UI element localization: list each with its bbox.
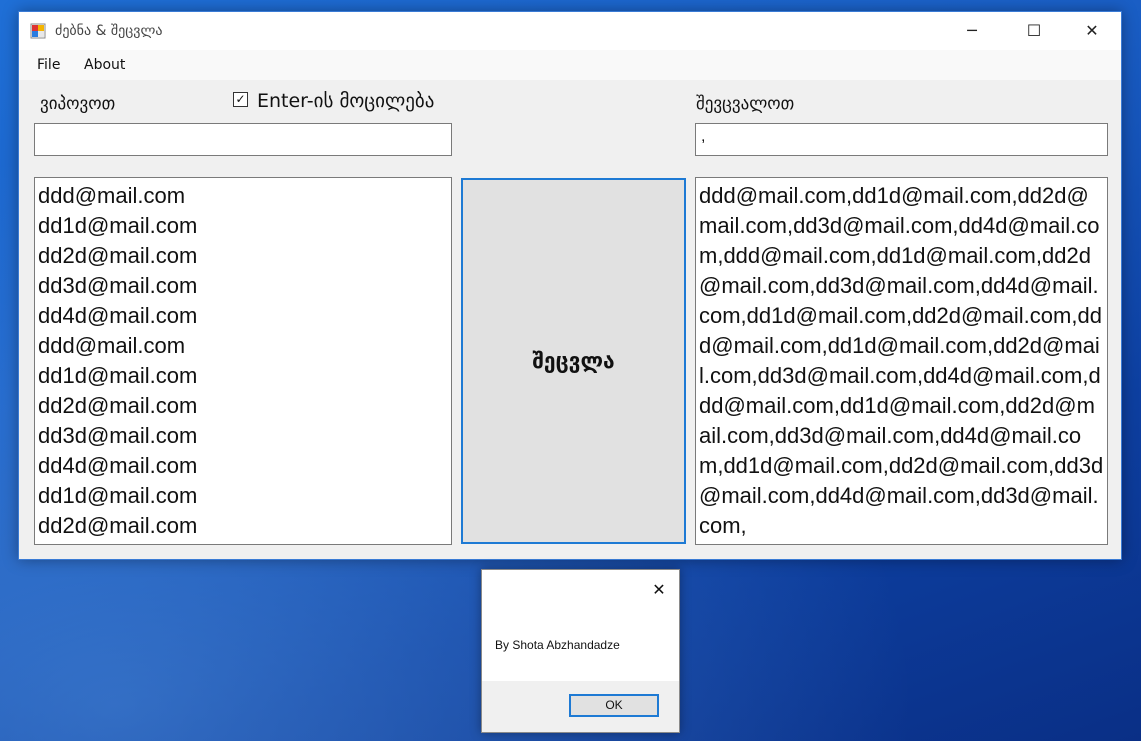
replace-button[interactable]: შეცვლა bbox=[461, 178, 686, 544]
replace-label: შევცვალოთ bbox=[696, 94, 795, 114]
list-item: dd2d@mail.com bbox=[38, 513, 198, 538]
output-textbox[interactable]: ddd@mail.com,dd1d@mail.com,dd2d@mail.com… bbox=[695, 177, 1108, 545]
list-item: dd1d@mail.com bbox=[38, 213, 198, 238]
list-item: dd1d@mail.com bbox=[38, 483, 198, 508]
minimize-button[interactable]: ─ bbox=[943, 12, 1001, 50]
list-item: dd3d@mail.com bbox=[38, 273, 198, 298]
list-item: dd4d@mail.com bbox=[38, 303, 198, 328]
list-item: ddd@mail.com bbox=[38, 183, 186, 208]
list-item: dd2d@mail.com bbox=[38, 393, 198, 418]
app-icon bbox=[30, 23, 46, 39]
menu-file[interactable]: File bbox=[37, 57, 60, 73]
window-title: ძებნა & შეცვლა bbox=[55, 23, 163, 39]
list-item: dd2d@mail.com bbox=[38, 243, 198, 268]
list-item: dd1d@mail.com bbox=[38, 363, 198, 388]
list-item: ddd@mail.com bbox=[38, 333, 186, 358]
dialog-message: By Shota Abzhandadze bbox=[495, 638, 620, 652]
input-textbox[interactable]: ddd@mail.com dd1d@mail.com dd2d@mail.com dd… bbox=[34, 177, 452, 545]
menu-bar: File About bbox=[19, 50, 1121, 80]
dialog-close-button[interactable]: ✕ bbox=[642, 574, 676, 606]
replace-input[interactable]: , bbox=[695, 123, 1108, 156]
maximize-button[interactable]: ☐ bbox=[1005, 12, 1063, 50]
dialog-footer: OK bbox=[482, 681, 679, 732]
search-label: ვიპოვოთ bbox=[40, 94, 116, 114]
close-button[interactable]: ✕ bbox=[1063, 12, 1121, 50]
menu-about[interactable]: About bbox=[84, 57, 125, 73]
list-item: dd3d@mail.com bbox=[38, 423, 198, 448]
about-dialog: ✕ By Shota Abzhandadze OK bbox=[481, 569, 680, 733]
list-item: dd4d@mail.com bbox=[38, 453, 198, 478]
search-input[interactable] bbox=[34, 123, 452, 156]
main-window: ძებნა & შეცვლა ─ ☐ ✕ File About ვიპოვოთ … bbox=[18, 11, 1122, 560]
title-bar[interactable]: ძებნა & შეცვლა ─ ☐ ✕ bbox=[19, 12, 1121, 50]
checkbox-label: Enter-ის მოცილება bbox=[257, 90, 435, 112]
ok-button[interactable]: OK bbox=[569, 694, 659, 717]
checkbox-check-icon[interactable]: ✓ bbox=[233, 92, 248, 107]
